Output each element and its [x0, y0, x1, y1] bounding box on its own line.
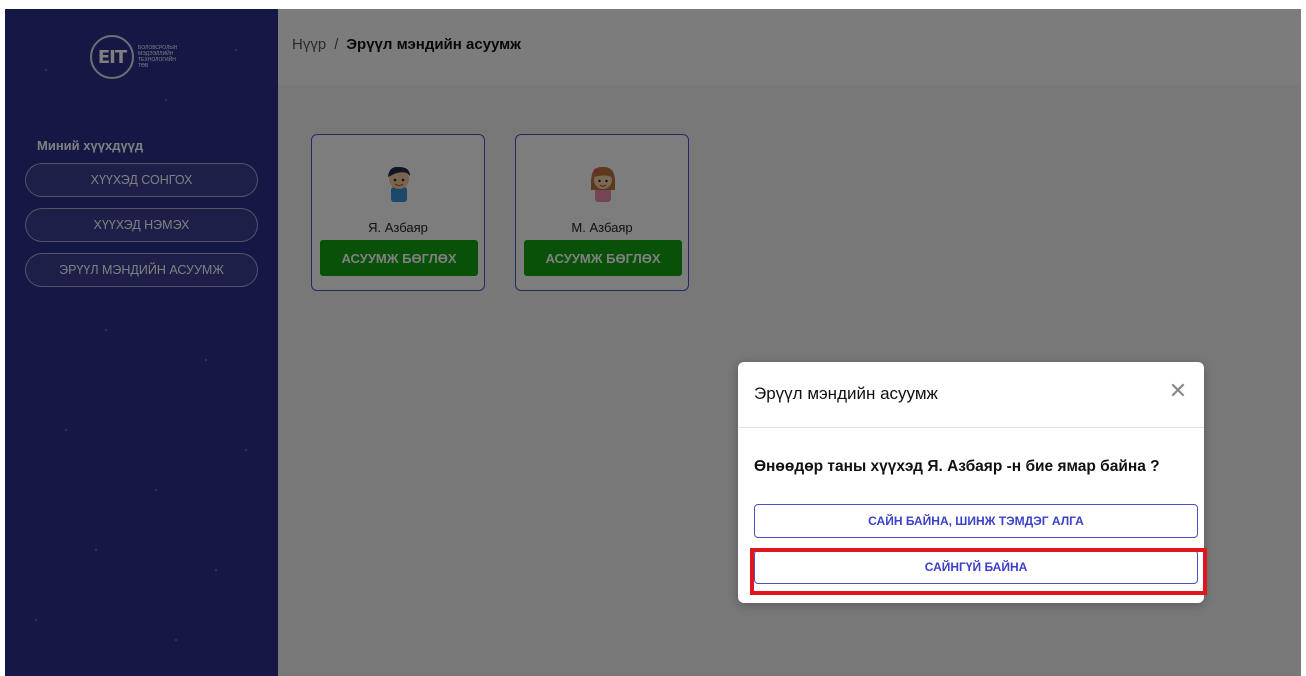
- highlight-box: [750, 548, 1207, 595]
- modal-header: Эрүүл мэндийн асуумж ✕: [738, 362, 1204, 428]
- close-icon[interactable]: ✕: [1166, 380, 1190, 404]
- modal-question: Өнөөдөр таны хүүхэд Я. Азбаяр -н бие яма…: [754, 458, 1160, 475]
- modal-title: Эрүүл мэндийн асуумж: [754, 384, 938, 403]
- answer-healthy-button[interactable]: САЙН БАЙНА, ШИНЖ ТЭМДЭГ АЛГА: [754, 504, 1198, 538]
- app-window: EIT Боловсролын мэдээллийн технологийн т…: [5, 9, 1301, 676]
